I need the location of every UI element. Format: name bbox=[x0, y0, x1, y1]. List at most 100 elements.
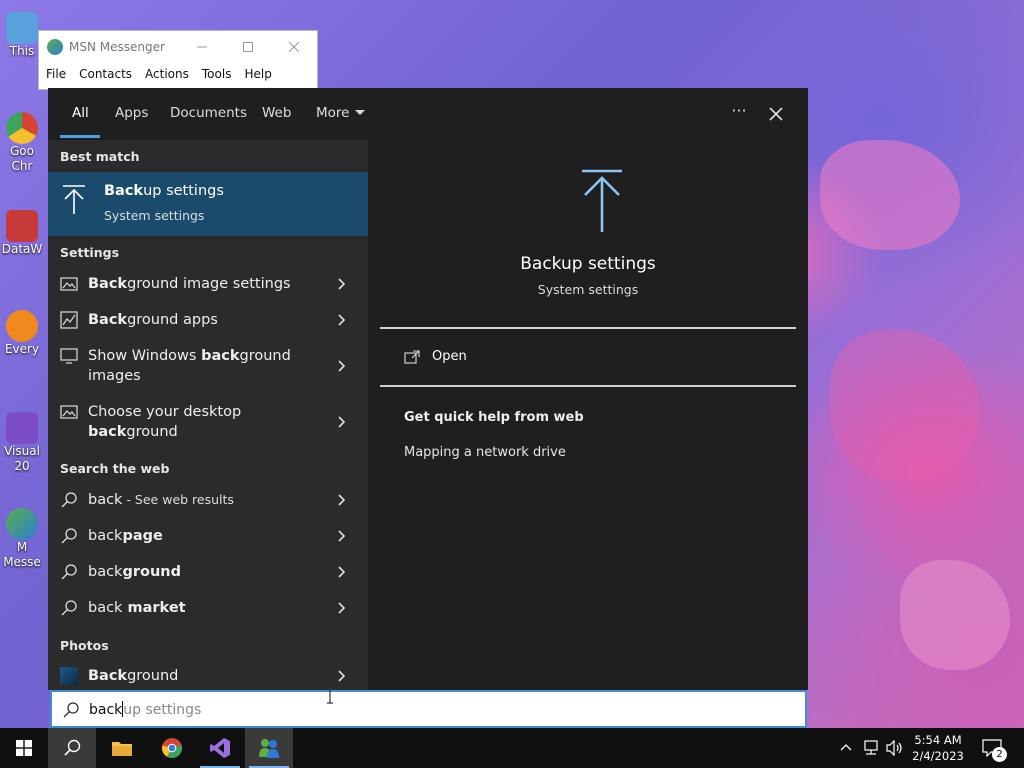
msn-titlebar[interactable]: MSN Messenger bbox=[39, 31, 317, 62]
close-icon bbox=[769, 107, 783, 121]
taskbar-chrome[interactable] bbox=[148, 728, 196, 768]
msn-menubar: File Contacts Actions Tools Help bbox=[39, 62, 317, 86]
result-background-image-settings[interactable]: Background image settings bbox=[48, 266, 368, 302]
taskbar: 5:54 AM 2/4/2023 2 bbox=[0, 728, 1024, 768]
section-photos: Photos bbox=[60, 638, 109, 653]
result-web-background[interactable]: background bbox=[48, 554, 368, 590]
result-web-back-market[interactable]: back market bbox=[48, 590, 368, 626]
preview-subtitle: System settings bbox=[537, 282, 639, 297]
divider bbox=[380, 327, 796, 329]
tab-documents[interactable]: Documents bbox=[170, 105, 247, 121]
menu-tools[interactable]: Tools bbox=[202, 67, 232, 81]
monitor-icon bbox=[60, 348, 78, 364]
menu-file[interactable]: File bbox=[46, 67, 66, 81]
image-icon bbox=[60, 405, 78, 419]
chevron-right-icon bbox=[338, 530, 346, 542]
tab-apps[interactable]: Apps bbox=[115, 105, 148, 121]
result-label: Choose your desktop background bbox=[88, 404, 242, 440]
msn-messenger-icon bbox=[259, 739, 279, 758]
maximize-icon bbox=[243, 41, 253, 52]
best-match-subtitle: System settings bbox=[104, 208, 205, 223]
desktop-icon-datawrangler[interactable]: DataW bbox=[0, 210, 44, 257]
backup-icon bbox=[63, 185, 85, 214]
folder-icon bbox=[112, 742, 132, 756]
clock[interactable]: 5:54 AM 2/4/2023 bbox=[906, 732, 970, 764]
section-search-web: Search the web bbox=[60, 461, 170, 476]
result-background-apps[interactable]: Background apps bbox=[48, 302, 368, 338]
menu-help[interactable]: Help bbox=[244, 67, 271, 81]
result-web-backpage[interactable]: backpage bbox=[48, 518, 368, 554]
divider bbox=[380, 385, 796, 387]
result-label: backpage bbox=[88, 528, 163, 544]
tab-more[interactable]: More bbox=[316, 105, 366, 121]
result-photo-background[interactable]: Background bbox=[48, 658, 368, 690]
taskbar-visual-studio[interactable] bbox=[196, 728, 244, 768]
chevron-right-icon bbox=[338, 360, 346, 372]
close-icon bbox=[289, 41, 299, 52]
tab-web[interactable]: Web bbox=[262, 105, 291, 121]
desktop-icon-visual-studio[interactable]: Visual 20 bbox=[0, 412, 44, 474]
msn-messenger-window[interactable]: MSN Messenger File Contacts Actions Tool… bbox=[38, 30, 318, 90]
quick-help-title: Get quick help from web bbox=[404, 410, 584, 425]
result-label: background bbox=[88, 564, 181, 580]
chevron-right-icon bbox=[338, 416, 346, 428]
taskbar-msn-messenger[interactable] bbox=[245, 728, 293, 768]
close-search-button[interactable] bbox=[762, 100, 790, 128]
search-icon bbox=[61, 600, 77, 616]
chevron-right-icon bbox=[338, 670, 346, 682]
chevron-right-icon bbox=[338, 278, 346, 290]
search-input[interactable]: backup settings bbox=[89, 701, 201, 718]
start-button[interactable] bbox=[0, 728, 48, 768]
desktop-icon-chrome[interactable]: Goo Chr bbox=[0, 112, 44, 174]
chart-icon bbox=[60, 311, 78, 329]
network-icon[interactable] bbox=[862, 740, 880, 756]
close-window-button[interactable] bbox=[271, 31, 317, 62]
help-link-mapping-network-drive[interactable]: Mapping a network drive bbox=[404, 445, 566, 460]
open-button[interactable]: Open bbox=[404, 348, 604, 372]
search-icon bbox=[61, 492, 77, 508]
menu-contacts[interactable]: Contacts bbox=[79, 67, 132, 81]
wallpaper-shape bbox=[830, 330, 980, 480]
maximize-button[interactable] bbox=[225, 31, 271, 62]
wallpaper-shape bbox=[900, 560, 1010, 670]
result-label: Background bbox=[88, 668, 179, 684]
notification-badge: 2 bbox=[992, 747, 1007, 762]
options-button[interactable]: ··· bbox=[724, 101, 754, 125]
volume-icon[interactable] bbox=[886, 740, 904, 756]
preview-title: Backup settings bbox=[520, 254, 656, 274]
minimize-button[interactable] bbox=[179, 31, 225, 62]
clock-date: 2/4/2023 bbox=[912, 749, 964, 763]
search-tabs: All Apps Documents Web More ··· bbox=[48, 88, 808, 140]
search-typed-text: back bbox=[89, 702, 123, 718]
taskbar-search-button[interactable] bbox=[48, 728, 96, 768]
search-icon bbox=[61, 564, 77, 580]
taskbar-file-explorer[interactable] bbox=[98, 728, 146, 768]
chevron-right-icon bbox=[338, 494, 346, 506]
best-match-result[interactable]: Backup settings System settings bbox=[48, 172, 368, 236]
result-web-back[interactable]: back - See web results bbox=[48, 482, 368, 518]
best-match-title: Backup settings bbox=[104, 183, 224, 199]
chevron-right-icon bbox=[338, 566, 346, 578]
result-label: Background apps bbox=[88, 312, 218, 328]
text-cursor-icon bbox=[327, 688, 333, 704]
preview-pane: Backup settings System settings Open Get… bbox=[368, 140, 808, 690]
section-best-match: Best match bbox=[60, 149, 140, 164]
tab-all[interactable]: All bbox=[72, 105, 89, 121]
minimize-icon bbox=[197, 46, 207, 47]
result-label: Background image settings bbox=[88, 276, 291, 292]
wallpaper-shape bbox=[820, 140, 960, 250]
search-icon bbox=[64, 739, 81, 756]
result-choose-desktop-background[interactable]: Choose your desktop background bbox=[48, 394, 368, 450]
desktop-icon-everything[interactable]: Every bbox=[0, 310, 44, 357]
visual-studio-icon bbox=[210, 738, 230, 758]
search-icon bbox=[63, 702, 79, 718]
desktop-icon-msn-messenger[interactable]: M Messe bbox=[0, 508, 44, 570]
tab-more-label: More bbox=[316, 105, 350, 121]
windows-icon bbox=[16, 740, 32, 756]
menu-actions[interactable]: Actions bbox=[145, 67, 189, 81]
chevron-right-icon bbox=[338, 602, 346, 614]
result-show-windows-background-images[interactable]: Show Windows background images bbox=[48, 338, 368, 394]
chevron-up-icon[interactable] bbox=[840, 742, 852, 754]
search-icon bbox=[61, 528, 77, 544]
search-box[interactable]: backup settings bbox=[50, 690, 807, 728]
